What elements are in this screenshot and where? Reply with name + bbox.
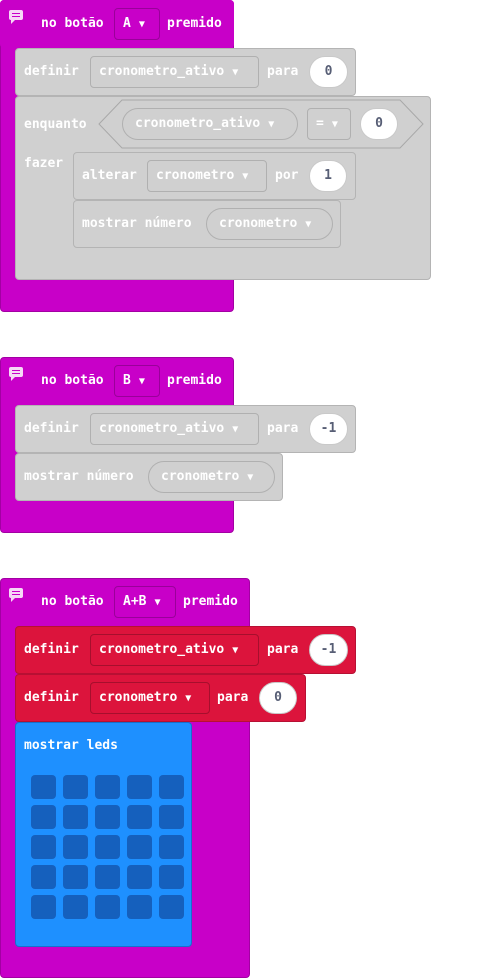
event-label-prefix: no botão xyxy=(41,373,104,388)
led-cell[interactable] xyxy=(95,895,120,919)
variable-name: cronometro xyxy=(99,690,178,705)
variable-dropdown[interactable]: cronometro_ativo ▼ xyxy=(90,56,259,88)
number-input[interactable]: -1 xyxy=(309,634,348,666)
set-label: definir xyxy=(24,64,79,79)
chevron-down-icon: ▼ xyxy=(185,693,192,704)
comment-icon[interactable] xyxy=(9,10,23,24)
variable-dropdown[interactable]: cronometro_ativo ▼ xyxy=(90,413,259,445)
show-leds-label: mostrar leds xyxy=(24,738,118,753)
variable-name: cronometro_ativo xyxy=(99,642,225,657)
change-by-label: por xyxy=(275,168,299,183)
led-cell[interactable] xyxy=(159,805,184,829)
event-label-suffix: premido xyxy=(167,373,222,388)
chevron-down-icon: ▼ xyxy=(268,119,275,130)
operator-dropdown[interactable]: = ▼ xyxy=(307,108,351,140)
chevron-down-icon: ▼ xyxy=(331,119,338,130)
led-cell[interactable] xyxy=(127,775,152,799)
chevron-down-icon: ▼ xyxy=(232,645,239,656)
led-cell[interactable] xyxy=(95,805,120,829)
number-input[interactable]: 1 xyxy=(309,160,347,192)
led-cell[interactable] xyxy=(63,895,88,919)
led-cell[interactable] xyxy=(95,775,120,799)
variable-name: cronometro xyxy=(156,168,235,183)
change-label: alterar xyxy=(82,168,137,183)
led-cell[interactable] xyxy=(159,865,184,889)
led-cell[interactable] xyxy=(159,895,184,919)
variable-name: cronometro xyxy=(161,469,240,484)
led-cell[interactable] xyxy=(63,805,88,829)
chevron-down-icon: ▼ xyxy=(154,597,161,608)
set-label: definir xyxy=(24,642,79,657)
led-cell[interactable] xyxy=(127,835,152,859)
set-label: definir xyxy=(24,690,79,705)
led-cell[interactable] xyxy=(95,835,120,859)
led-cell[interactable] xyxy=(31,865,56,889)
chevron-down-icon: ▼ xyxy=(232,424,239,435)
chevron-down-icon: ▼ xyxy=(247,472,254,483)
set-to-label: para xyxy=(267,642,299,657)
set-to-label: para xyxy=(217,690,249,705)
show-number-label: mostrar número xyxy=(82,216,192,231)
variable-dropdown[interactable]: cronometro ▼ xyxy=(147,160,267,192)
chevron-down-icon: ▼ xyxy=(232,67,239,78)
number-input[interactable]: 0 xyxy=(309,56,348,88)
led-cell[interactable] xyxy=(63,775,88,799)
do-label: fazer xyxy=(24,156,64,171)
event-label-prefix: no botão xyxy=(41,16,104,31)
number-input[interactable]: 0 xyxy=(360,108,398,140)
chevron-down-icon: ▼ xyxy=(138,376,145,387)
comment-icon[interactable] xyxy=(9,588,23,602)
button-value: A+B xyxy=(123,594,147,609)
led-cell[interactable] xyxy=(31,895,56,919)
chevron-down-icon: ▼ xyxy=(242,171,249,182)
number-input[interactable]: 0 xyxy=(259,682,297,714)
variable-reporter[interactable]: cronometro_ativo ▼ xyxy=(122,108,298,140)
led-cell[interactable] xyxy=(31,805,56,829)
show-number-label: mostrar número xyxy=(24,469,134,484)
led-cell[interactable] xyxy=(159,835,184,859)
variable-name: cronometro_ativo xyxy=(99,64,225,79)
button-value: B xyxy=(123,373,131,388)
led-cell[interactable] xyxy=(127,865,152,889)
variable-dropdown[interactable]: cronometro ▼ xyxy=(90,682,210,714)
led-cell[interactable] xyxy=(95,865,120,889)
set-to-label: para xyxy=(267,64,299,79)
chevron-down-icon: ▼ xyxy=(305,219,312,230)
led-cell[interactable] xyxy=(159,775,184,799)
variable-reporter[interactable]: cronometro ▼ xyxy=(148,461,275,493)
variable-dropdown[interactable]: cronometro_ativo ▼ xyxy=(90,634,259,666)
led-cell[interactable] xyxy=(63,865,88,889)
led-cell[interactable] xyxy=(31,835,56,859)
led-cell[interactable] xyxy=(63,835,88,859)
variable-name: cronometro_ativo xyxy=(135,116,261,131)
button-dropdown-a[interactable]: A ▼ xyxy=(114,8,160,40)
chevron-down-icon: ▼ xyxy=(138,19,145,30)
variable-name: cronometro_ativo xyxy=(99,421,225,436)
event-label-suffix: premido xyxy=(167,16,222,31)
comment-icon[interactable] xyxy=(9,367,23,381)
button-dropdown-ab[interactable]: A+B ▼ xyxy=(114,586,176,618)
led-cell[interactable] xyxy=(31,775,56,799)
number-input[interactable]: -1 xyxy=(309,413,348,445)
event-label-prefix: no botão xyxy=(41,594,104,609)
variable-reporter[interactable]: cronometro ▼ xyxy=(206,208,333,240)
button-value: A xyxy=(123,16,131,31)
set-to-label: para xyxy=(267,421,299,436)
button-dropdown-b[interactable]: B ▼ xyxy=(114,365,160,397)
led-cell[interactable] xyxy=(127,805,152,829)
operator-value: = xyxy=(316,116,324,131)
led-cell[interactable] xyxy=(127,895,152,919)
while-label: enquanto xyxy=(24,117,87,132)
event-label-suffix: premido xyxy=(183,594,238,609)
variable-name: cronometro xyxy=(219,216,298,231)
set-label: definir xyxy=(24,421,79,436)
